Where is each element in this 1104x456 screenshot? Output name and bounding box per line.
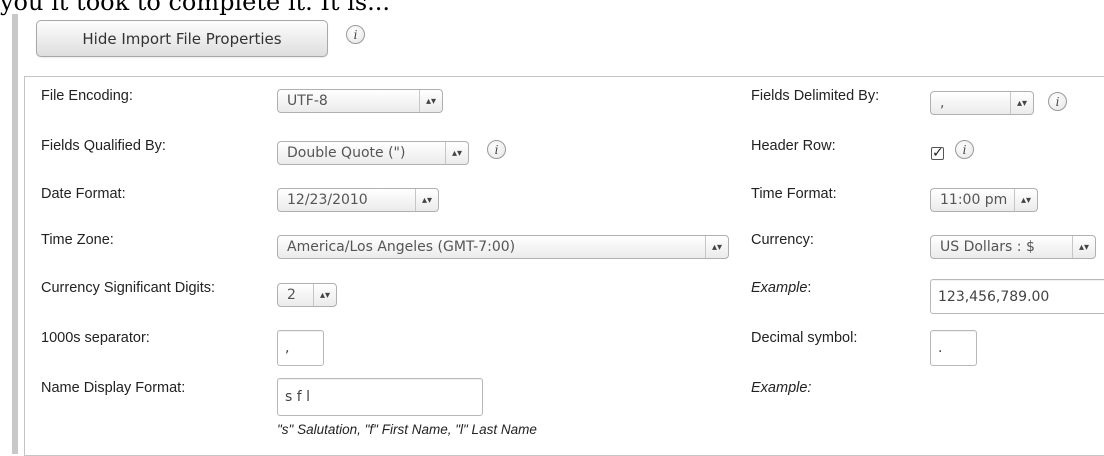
time-format-value: 11:00 pm xyxy=(940,192,1008,208)
file-encoding-label: File Encoding: xyxy=(41,88,133,104)
fields-qualified-by-label: Fields Qualified By: xyxy=(41,138,166,154)
thousands-separator-label: 1000s separator: xyxy=(41,330,150,346)
date-format-label: Date Format: xyxy=(41,186,126,202)
import-file-properties-panel xyxy=(24,76,1104,456)
time-zone-label: Time Zone: xyxy=(41,232,114,248)
select-arrows-icon: ▴▾ xyxy=(445,142,468,164)
name-display-format-hint: "s" Salutation, "f" First Name, "l" Last… xyxy=(277,422,537,437)
header-row-checkbox[interactable]: ✓ xyxy=(931,146,944,160)
currency-significant-digits-label: Currency Significant Digits: xyxy=(41,280,216,296)
fields-qualified-by-select[interactable]: Double Quote (") ▴▾ xyxy=(277,141,469,165)
currency-example-label-colon: : xyxy=(807,280,812,296)
decimal-symbol-input[interactable]: . xyxy=(930,330,977,366)
import-settings-view: you it took to complete it. It is... Hid… xyxy=(0,0,1104,456)
time-format-label: Time Format: xyxy=(751,186,837,202)
select-arrows-icon: ▴▾ xyxy=(1010,92,1033,114)
fields-qualified-by-value: Double Quote (") xyxy=(287,145,406,161)
currency-select[interactable]: US Dollars : $ ▴▾ xyxy=(930,235,1096,259)
currency-significant-digits-value: 2 xyxy=(287,287,296,303)
currency-value: US Dollars : $ xyxy=(940,239,1035,255)
info-icon[interactable]: i xyxy=(487,140,506,159)
select-arrows-icon: ▴▾ xyxy=(415,189,438,211)
left-border-rule xyxy=(12,14,18,454)
fields-delimited-by-label: Fields Delimited By: xyxy=(751,88,880,104)
time-zone-value: America/Los Angeles (GMT-7:00) xyxy=(287,239,516,255)
select-arrows-icon: ▴▾ xyxy=(419,90,442,112)
currency-example-label: Example: xyxy=(751,280,811,296)
time-zone-select[interactable]: America/Los Angeles (GMT-7:00) ▴▾ xyxy=(277,235,729,259)
currency-significant-digits-select[interactable]: 2 ▴▾ xyxy=(277,283,337,307)
currency-example-label-text: Example xyxy=(751,280,808,296)
currency-label: Currency: xyxy=(751,232,814,248)
header-row-label: Header Row: xyxy=(751,138,836,154)
name-display-format-input[interactable]: s f l xyxy=(277,378,483,416)
thousands-separator-input[interactable]: , xyxy=(277,330,324,366)
select-arrows-icon: ▴▾ xyxy=(313,284,336,306)
name-display-format-label: Name Display Format: xyxy=(41,380,186,396)
decimal-symbol-label: Decimal symbol: xyxy=(751,330,858,346)
file-encoding-value: UTF-8 xyxy=(287,93,328,109)
hide-import-file-properties-button[interactable]: Hide Import File Properties xyxy=(36,20,328,57)
info-icon[interactable]: i xyxy=(1048,92,1067,111)
select-arrows-icon: ▴▾ xyxy=(705,236,728,258)
date-format-value: 12/23/2010 xyxy=(287,192,368,208)
fields-delimited-by-select[interactable]: , ▴▾ xyxy=(930,91,1034,115)
name-example-label: Example: xyxy=(751,380,812,396)
select-arrows-icon: ▴▾ xyxy=(1072,236,1095,258)
cropped-document-text: you it took to complete it. It is... xyxy=(0,0,391,16)
info-icon[interactable]: i xyxy=(955,140,974,159)
time-format-select[interactable]: 11:00 pm ▴▾ xyxy=(930,188,1038,212)
select-arrows-icon: ▴▾ xyxy=(1014,189,1037,211)
info-icon[interactable]: i xyxy=(346,25,365,44)
fields-delimited-by-value: , xyxy=(940,95,945,111)
currency-example-field: 123,456,789.00 xyxy=(930,279,1104,314)
date-format-select[interactable]: 12/23/2010 ▴▾ xyxy=(277,188,439,212)
file-encoding-select[interactable]: UTF-8 ▴▾ xyxy=(277,89,443,113)
